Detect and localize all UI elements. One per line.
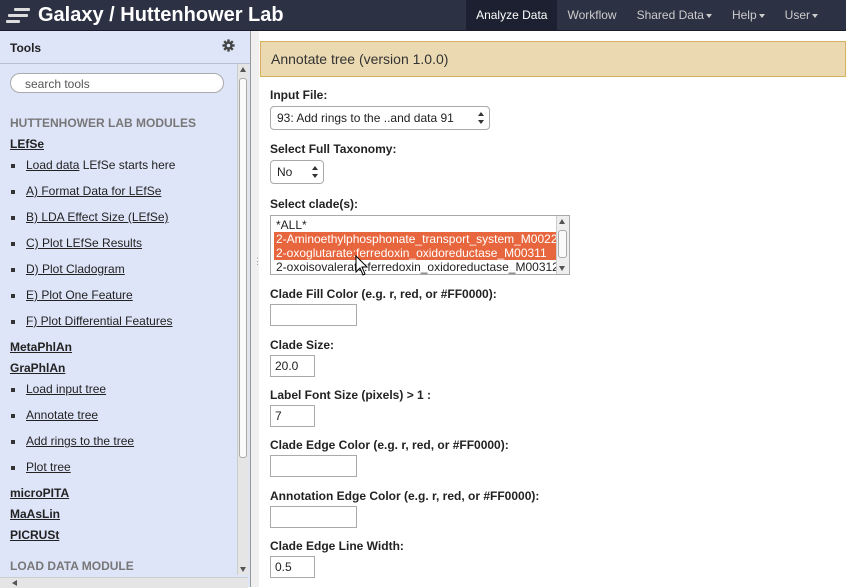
tool-link[interactable]: E) Plot One Feature [26, 288, 133, 302]
load-data-link[interactable]: Load data [26, 158, 79, 172]
annotation-edge-color-label: Annotation Edge Color (e.g. r, red, or #… [270, 489, 540, 503]
galaxy-logo-icon[interactable] [6, 6, 32, 26]
scroll-left-icon[interactable] [12, 580, 17, 586]
clade-option-selected[interactable]: 2-Aminoethylphosphonate_transport_system… [274, 232, 556, 246]
tool-item[interactable]: B) LDA Effect Size (LEfSe) [11, 210, 169, 224]
tool-item[interactable]: C) Plot LEfSe Results [10, 236, 142, 250]
tool-item[interactable]: Load input tree [10, 382, 106, 396]
tool-link[interactable]: D) Plot Cladogram [26, 262, 125, 276]
nav-label: Help [731, 8, 757, 22]
clade-list-scrollbar[interactable] [556, 216, 569, 274]
tool-form-header: Annotate tree (version 1.0.0) [260, 41, 846, 77]
top-navbar: Galaxy / Huttenhower Lab Analyze Data Wo… [0, 0, 846, 31]
caret-down-icon [812, 13, 818, 18]
edge-width-input[interactable]: 0.5 [270, 556, 315, 578]
tool-link[interactable]: Load input tree [26, 382, 106, 396]
tool-link[interactable]: Plot tree [26, 460, 71, 474]
edge-width-label: Clade Edge Line Width: [270, 539, 404, 553]
taxonomy-select[interactable]: No [270, 160, 324, 184]
tool-panel-header: Tools [0, 31, 250, 64]
tool-item[interactable]: Add rings to the tree [10, 434, 134, 448]
nav-label: Shared Data [636, 8, 704, 22]
search-tools-input[interactable]: search tools [10, 73, 224, 93]
nav-workflow[interactable]: Workflow [557, 0, 626, 30]
edge-color-input[interactable] [270, 455, 357, 477]
nav-user[interactable]: User [775, 0, 846, 30]
select-arrows-icon [312, 166, 319, 178]
tool-item[interactable]: Plot tree [11, 460, 71, 474]
clade-size-label: Clade Size: [270, 338, 335, 352]
fill-color-input[interactable] [270, 304, 357, 326]
category-lefse[interactable]: LEfSe [10, 137, 44, 151]
tool-item[interactable]: Annotate tree [10, 408, 98, 422]
tool-link[interactable]: F) Plot Differential Features [26, 314, 173, 328]
tool-load-data: Load data LEfSe starts here [10, 158, 176, 172]
mouse-cursor-icon [355, 255, 369, 276]
label-font-size-input[interactable]: 7 [270, 405, 315, 427]
tool-form: Annotate tree (version 1.0.0) Input File… [260, 31, 846, 587]
scroll-thumb[interactable] [239, 78, 247, 458]
tool-form-title: Annotate tree (version 1.0.0) [271, 51, 449, 67]
category-metaphlan[interactable]: MetaPhlAn [10, 340, 72, 354]
scroll-up-icon[interactable] [559, 219, 565, 224]
tool-link[interactable]: C) Plot LEfSe Results [26, 236, 142, 250]
tool-item[interactable]: E) Plot One Feature [11, 288, 133, 302]
gear-icon[interactable] [222, 39, 235, 52]
category-graphlan[interactable]: GraPhlAn [10, 361, 65, 375]
section-load-data: LOAD DATA MODULE [10, 559, 134, 573]
main-nav: Analyze Data Workflow Shared Data Help U… [466, 0, 846, 30]
category-picrust[interactable]: PICRUSt [10, 528, 59, 542]
clade-multiselect[interactable]: *ALL* 2-Aminoethylphosphonate_transport_… [270, 215, 570, 275]
tool-link[interactable]: B) LDA Effect Size (LEfSe) [26, 210, 169, 224]
annotation-edge-color-input[interactable] [270, 506, 357, 528]
scroll-down-icon[interactable] [559, 266, 565, 271]
clades-label: Select clade(s): [270, 197, 359, 211]
input-file-select[interactable]: 93: Add rings to the ..and data 91 [270, 106, 490, 130]
brand-title[interactable]: Galaxy / Huttenhower Lab [38, 2, 284, 28]
tool-item[interactable]: F) Plot Differential Features [11, 314, 173, 328]
clade-option[interactable]: 2-oxoisovalerate:ferredoxin_oxidoreducta… [274, 260, 556, 274]
edge-color-label: Clade Edge Color (e.g. r, red, or #FF000… [270, 438, 509, 452]
select-arrows-icon [478, 112, 485, 124]
section-huttenhower: HUTTENHOWER LAB MODULES [10, 116, 196, 130]
nav-shared-data[interactable]: Shared Data [627, 0, 722, 30]
select-value: No [277, 165, 293, 179]
label-font-size-label: Label Font Size (pixels) > 1 : [270, 388, 432, 402]
tool-panel-title: Tools [10, 41, 42, 55]
taxonomy-label: Select Full Taxonomy: [270, 142, 397, 156]
fill-color-label: Clade Fill Color (e.g. r, red, or #FF000… [270, 287, 497, 301]
nav-label: Workflow [567, 8, 617, 22]
clade-option[interactable]: *ALL* [274, 218, 556, 232]
caret-down-icon [705, 13, 712, 18]
tool-panel: Tools search tools HUTTENHOWER LAB MODUL… [0, 31, 251, 588]
nav-analyze-data[interactable]: Analyze Data [466, 0, 558, 30]
tool-link[interactable]: Annotate tree [26, 408, 98, 422]
clade-size-input[interactable]: 20.0 [270, 355, 315, 377]
category-micropita[interactable]: microPITA [10, 486, 69, 500]
input-file-label: Input File: [270, 88, 328, 102]
caret-down-icon [758, 13, 765, 18]
tool-panel-scrollbar[interactable] [237, 64, 249, 575]
select-value: 93: Add rings to the ..and data 91 [277, 111, 454, 125]
tool-item[interactable]: A) Format Data for LEfSe [10, 184, 161, 198]
clade-option-selected[interactable]: 2-oxoglutarate:ferredoxin_oxidoreductase… [274, 246, 556, 260]
nav-label: Analyze Data [476, 8, 548, 22]
load-data-note: LEfSe starts here [79, 158, 176, 172]
nav-help[interactable]: Help [722, 0, 775, 30]
panel-splitter[interactable]: ⋮ [251, 31, 262, 587]
scroll-up-icon[interactable] [240, 67, 246, 72]
category-maaslin[interactable]: MaAsLin [10, 507, 60, 521]
scroll-thumb[interactable] [558, 230, 567, 258]
nav-label: User [784, 8, 810, 22]
scroll-down-icon[interactable] [240, 567, 246, 572]
tool-panel-hscrollbar[interactable] [0, 577, 248, 588]
tool-link[interactable]: Add rings to the tree [26, 434, 134, 448]
tool-item[interactable]: D) Plot Cladogram [11, 262, 125, 276]
tool-link[interactable]: A) Format Data for LEfSe [26, 184, 161, 198]
